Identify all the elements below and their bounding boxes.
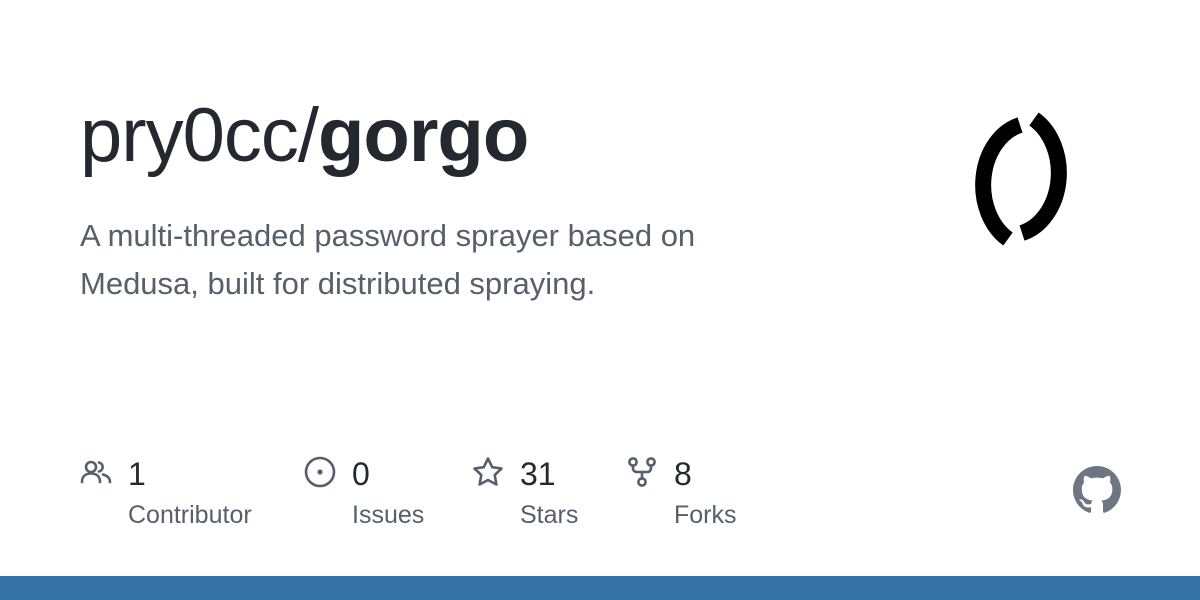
stat-label: Stars bbox=[520, 501, 579, 529]
stat-value: 31 bbox=[520, 456, 556, 492]
repo-owner: pry0cc bbox=[80, 93, 299, 178]
language-accent-bar bbox=[0, 576, 1200, 600]
stat-label: Issues bbox=[352, 501, 425, 529]
github-mark-icon[interactable] bbox=[1073, 466, 1121, 514]
repo-avatar-image bbox=[975, 112, 1067, 246]
stat-value: 1 bbox=[128, 456, 146, 492]
repo-title: pry0cc/gorgo bbox=[80, 88, 529, 184]
star-icon bbox=[472, 456, 504, 488]
repo-description: A multi-threaded password sprayer based … bbox=[80, 218, 696, 301]
repo-separator: / bbox=[297, 93, 319, 178]
stat-label: Contributor bbox=[128, 501, 252, 529]
stat-value: 8 bbox=[674, 456, 692, 492]
issue-opened-icon bbox=[304, 456, 336, 488]
stat-label: Forks bbox=[674, 501, 737, 529]
circular-arrows-logo-icon bbox=[965, 112, 1077, 246]
repo-name: gorgo bbox=[317, 93, 529, 178]
stat-value: 0 bbox=[352, 456, 370, 492]
people-icon bbox=[80, 456, 112, 488]
github-logo-image bbox=[1073, 466, 1121, 513]
repo-forked-icon bbox=[626, 456, 658, 488]
